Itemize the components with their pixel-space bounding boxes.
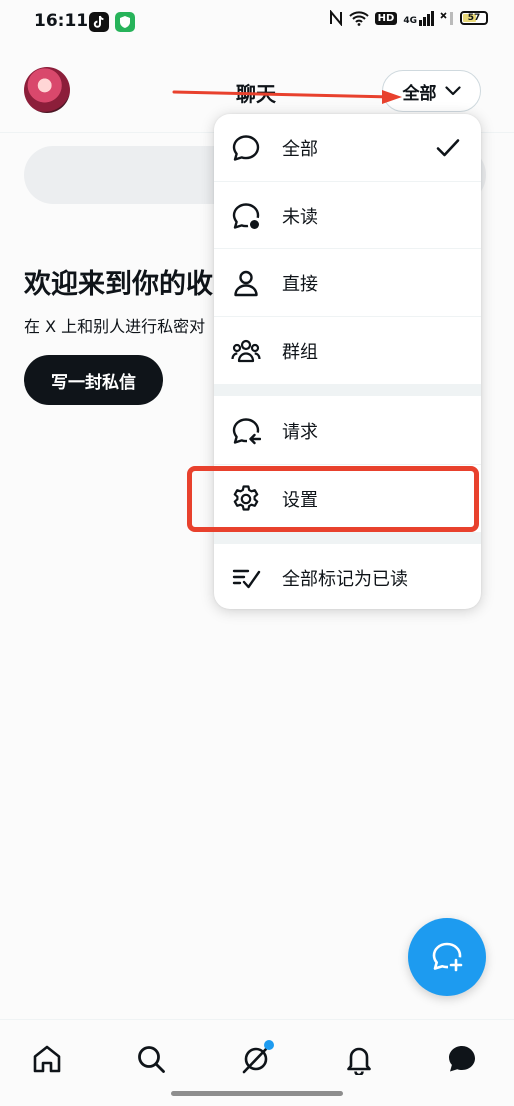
person-icon xyxy=(234,270,258,296)
battery-icon: 57 xyxy=(460,11,488,25)
chevron-down-icon xyxy=(444,86,461,96)
home-indicator xyxy=(171,1091,343,1096)
status-time: 16:11 xyxy=(34,11,89,31)
menu-item-label: 全部标记为已读 xyxy=(282,568,408,590)
tiktok-icon xyxy=(89,12,109,32)
menu-group-divider xyxy=(214,384,481,396)
checkmark-icon xyxy=(436,138,460,156)
group-icon xyxy=(231,339,261,362)
bottom-nav-divider xyxy=(0,1019,514,1020)
request-chat-icon xyxy=(232,417,261,444)
avatar[interactable] xyxy=(24,67,70,113)
menu-item-label: 直接 xyxy=(282,273,318,295)
wifi-icon xyxy=(348,11,369,26)
menu-item-label: 请求 xyxy=(282,421,318,443)
shield-app-icon xyxy=(115,12,135,32)
bell-icon[interactable] xyxy=(343,1043,375,1075)
menu-item-label: 未读 xyxy=(282,206,318,228)
notification-dot xyxy=(264,1040,274,1050)
menu-item-all[interactable]: 全部 xyxy=(214,114,481,181)
status-icons: HD 4G 57 xyxy=(329,10,488,26)
messages-icon[interactable] xyxy=(446,1043,478,1075)
menu-item-unread[interactable]: 未读 xyxy=(214,182,481,249)
annotation-arrow xyxy=(172,90,402,104)
new-chat-icon xyxy=(432,942,463,972)
welcome-subtitle: 在 X 上和别人进行私密对 xyxy=(24,317,206,336)
menu-item-label: 群组 xyxy=(282,341,318,363)
welcome-heading: 欢迎来到你的收 xyxy=(24,269,213,300)
filter-menu: 全部 未读 直接 群组 请求 设置 全部标记为已读 xyxy=(214,114,481,609)
home-icon[interactable] xyxy=(31,1043,63,1075)
menu-item-direct[interactable]: 直接 xyxy=(214,249,481,316)
signal-icon: 4G xyxy=(403,10,434,26)
hd-badge: HD xyxy=(374,11,398,25)
unread-chat-icon xyxy=(232,202,260,229)
nfc-icon xyxy=(329,10,342,26)
chat-bubble-icon xyxy=(232,134,260,161)
menu-item-requests[interactable]: 请求 xyxy=(214,397,481,464)
write-message-button[interactable]: 写一封私信 xyxy=(24,355,163,405)
menu-item-groups[interactable]: 群组 xyxy=(214,317,481,384)
menu-item-mark-all-read[interactable]: 全部标记为已读 xyxy=(214,544,481,609)
annotation-highlight-box xyxy=(187,466,479,532)
menu-group-divider xyxy=(214,532,481,544)
search-icon[interactable] xyxy=(135,1043,167,1075)
new-message-fab[interactable] xyxy=(408,918,486,996)
mark-read-icon xyxy=(232,569,261,588)
no-signal-icon xyxy=(440,12,453,25)
menu-item-label: 全部 xyxy=(282,138,318,160)
